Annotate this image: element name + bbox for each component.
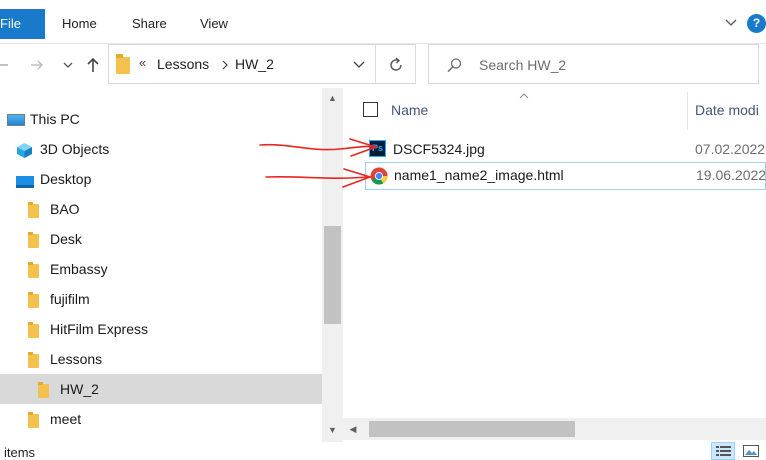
tree-item-lessons[interactable]: Lessons (0, 344, 322, 374)
scrollbar-thumb[interactable] (324, 226, 341, 324)
tree-item-label: HW_2 (60, 381, 99, 397)
navigation-pane-scrollbar[interactable]: ▲ ▼ (322, 88, 343, 442)
column-header-name[interactable]: Name (391, 102, 428, 118)
tree-item-label: HitFilm Express (50, 321, 149, 337)
computer-icon (7, 114, 25, 126)
folder-icon (28, 202, 39, 218)
breadcrumb-hw2[interactable]: HW_2 (235, 56, 274, 72)
search-input[interactable]: Search HW_2 (479, 57, 566, 73)
large-icons-view-icon (743, 445, 759, 457)
breadcrumb-separator-icon[interactable] (219, 59, 231, 71)
back-arrow-icon[interactable] (0, 56, 14, 74)
up-arrow-icon[interactable] (84, 56, 102, 74)
file-list-pane: Name Date modi Ps DSCF5324.jpg 07.02.202… (343, 88, 766, 442)
chrome-icon (370, 167, 388, 185)
tree-item-label: 3D Objects (40, 141, 110, 157)
file-row[interactable]: Ps DSCF5324.jpg 07.02.2022 (365, 136, 766, 164)
folder-icon (116, 54, 130, 74)
tree-item-this-pc[interactable]: This PC (0, 104, 322, 134)
search-icon (447, 58, 462, 73)
column-header-date-modified[interactable]: Date modi (695, 102, 759, 118)
item-count: items (4, 445, 36, 460)
folder-icon (28, 292, 39, 308)
tree-item-label: meet (50, 411, 82, 427)
recent-locations-chevron-icon[interactable] (59, 56, 77, 74)
tab-file[interactable]: File (0, 9, 45, 39)
folder-icon (28, 352, 39, 368)
file-date: 19.06.2022 (696, 167, 766, 183)
tree-item-label: Embassy (50, 261, 108, 277)
refresh-button[interactable] (376, 44, 416, 84)
scroll-up-arrow-icon[interactable]: ▲ (322, 90, 343, 106)
column-divider[interactable] (687, 92, 688, 130)
tree-item-label: Desktop (40, 171, 92, 187)
file-list-scrollbar[interactable]: ◀ (343, 418, 766, 440)
tree-item-label: Lessons (50, 351, 103, 367)
search-box[interactable]: Search HW_2 (428, 44, 759, 84)
expand-ribbon-chevron-icon[interactable] (724, 16, 738, 30)
address-bar[interactable]: « Lessons HW_2 (108, 44, 376, 84)
ribbon: File Home Share View ? (0, 0, 766, 44)
tree-item-hitfilm-express[interactable]: HitFilm Express (0, 314, 322, 344)
large-icons-view-button[interactable] (739, 442, 763, 460)
folder-icon (28, 262, 39, 278)
tree-item-desk[interactable]: Desk (0, 224, 322, 254)
tree-item-label: Desk (50, 231, 82, 247)
refresh-icon (390, 57, 402, 71)
navigation-pane: This PC 3D Objects Desktop BAO Desk Emba… (0, 88, 343, 442)
desktop-icon (16, 176, 34, 188)
forward-arrow-icon[interactable] (28, 56, 46, 74)
address-dropdown-chevron-icon[interactable] (351, 56, 367, 72)
column-header-row: Name Date modi (343, 88, 766, 132)
tree-item-meet[interactable]: meet (0, 404, 322, 434)
tab-view[interactable]: View (200, 9, 228, 39)
scroll-left-arrow-icon[interactable]: ◀ (345, 421, 361, 437)
scroll-down-arrow-icon[interactable]: ▼ (322, 422, 343, 438)
tree-item-fujifilm[interactable]: fujifilm (0, 284, 322, 314)
breadcrumb-overflow[interactable]: « (139, 55, 146, 70)
tree-item-3d-objects[interactable]: 3D Objects (0, 134, 322, 164)
file-date: 07.02.2022 (695, 141, 766, 157)
sort-ascending-icon (519, 93, 529, 99)
tree-item-label: BAO (50, 201, 80, 217)
folder-icon (28, 232, 39, 248)
tree-item-label: fujifilm (50, 291, 90, 307)
scrollbar-thumb[interactable] (369, 421, 575, 437)
photoshop-icon: Ps (369, 140, 386, 157)
folder-icon (28, 322, 39, 338)
details-view-icon (716, 446, 731, 456)
tree-item-hw2[interactable]: HW_2 (0, 374, 322, 404)
file-row[interactable]: name1_name2_image.html 19.06.2022 (365, 162, 766, 190)
tree-item-embassy[interactable]: Embassy (0, 254, 322, 284)
tab-home[interactable]: Home (62, 9, 97, 39)
breadcrumb-lessons[interactable]: Lessons (157, 56, 209, 72)
tree-item-bao[interactable]: BAO (0, 194, 322, 224)
navigation-bar: « Lessons HW_2 Search HW_2 (0, 44, 766, 86)
folder-icon (28, 412, 39, 428)
file-name: DSCF5324.jpg (393, 141, 485, 157)
help-icon[interactable]: ? (747, 14, 766, 33)
tree-item-label: This PC (30, 111, 80, 127)
details-view-button[interactable] (711, 442, 735, 460)
select-all-checkbox[interactable] (363, 102, 378, 117)
file-name: name1_name2_image.html (394, 167, 564, 183)
tree-item-desktop[interactable]: Desktop (0, 164, 322, 194)
tab-share[interactable]: Share (132, 9, 167, 39)
3d-objects-icon (17, 143, 32, 158)
status-bar: items (0, 442, 766, 460)
folder-icon (38, 382, 49, 398)
